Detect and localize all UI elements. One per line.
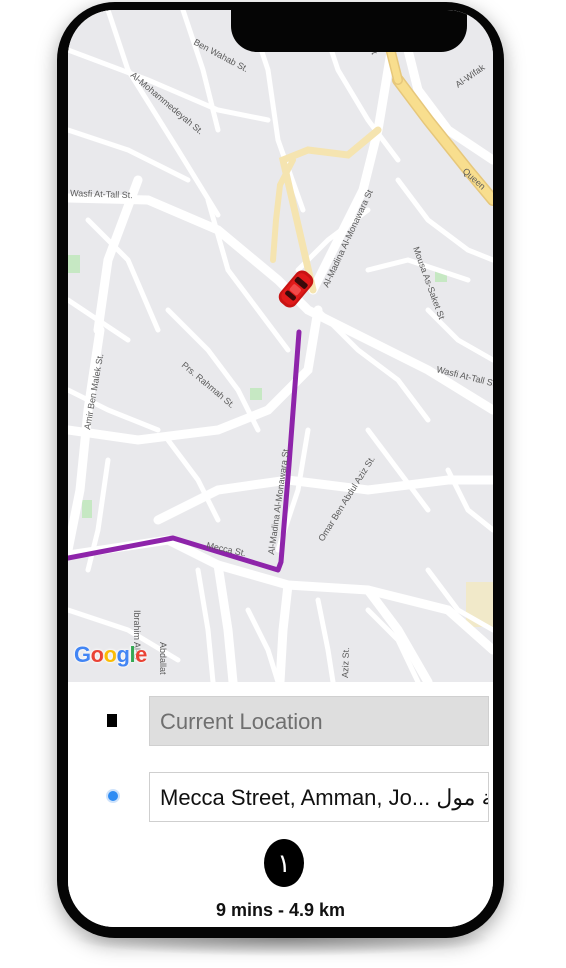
square-marker-icon bbox=[107, 714, 117, 727]
street-label: Abdallat bbox=[158, 642, 168, 675]
destination-field[interactable]: Mecca Street, Amman, Jo... مكة مول، bbox=[149, 772, 489, 822]
clock-icon: ١ bbox=[264, 839, 304, 887]
major-streets bbox=[68, 10, 493, 682]
highway-roads bbox=[270, 10, 493, 294]
street-label: Al-Mohammedeyah St. bbox=[129, 70, 206, 137]
map-canvas: Ben Wahab St. Al-Mohammedeyah St. Wasfi … bbox=[68, 10, 493, 682]
device-notch bbox=[231, 10, 467, 52]
street-label: Aziz St. bbox=[340, 647, 351, 678]
app-screen: Ben Wahab St. Al-Mohammedeyah St. Wasfi … bbox=[68, 10, 493, 927]
trip-panel: Current Location Mecca Street, Amman, Jo… bbox=[68, 682, 493, 927]
street-label: Amir Ben Malek St. bbox=[82, 353, 105, 431]
park-area bbox=[82, 500, 92, 518]
eta-distance-text: 9 mins - 4.9 km bbox=[215, 900, 346, 920]
street-label: Prs. Rahmah St. bbox=[180, 360, 237, 410]
park-area bbox=[250, 388, 262, 400]
map-view[interactable]: Ben Wahab St. Al-Mohammedeyah St. Wasfi … bbox=[68, 10, 493, 682]
origin-field[interactable]: Current Location bbox=[149, 696, 489, 746]
blue-dot-marker-icon bbox=[106, 789, 120, 803]
park-area bbox=[68, 255, 80, 273]
street-label: Omar Ben Abdul Aziz St. bbox=[316, 454, 377, 543]
google-logo: Google bbox=[74, 642, 147, 667]
street-label: Al-Wifak bbox=[453, 62, 487, 90]
